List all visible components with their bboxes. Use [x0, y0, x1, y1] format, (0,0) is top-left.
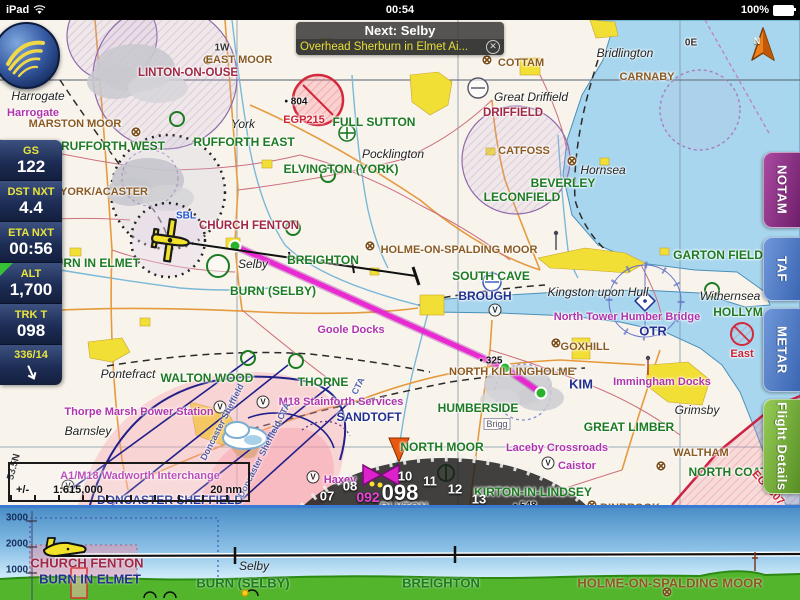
device-label: iPad	[6, 4, 29, 16]
scale-ratio: 1:615,000	[53, 484, 103, 496]
skydemon-app: iPad 00:54 100%	[0, 0, 800, 600]
map-scale-control: +/- 1:615,000 20 nm	[8, 462, 250, 502]
instrument-value: 4.4	[19, 199, 43, 217]
wing-logo-icon	[0, 24, 54, 83]
clock: 00:54	[0, 4, 800, 16]
instrument-trk-t[interactable]: TRK T098	[0, 304, 62, 345]
wind-direction-arrow	[21, 363, 41, 382]
instrument-label: GS	[23, 145, 39, 158]
tab-flight-details[interactable]: Flight Details	[763, 399, 800, 494]
instrument-label: 336/14	[14, 349, 48, 362]
altitude-alert-icon	[0, 263, 13, 276]
instrument-eta-nxt[interactable]: ETA NXT00:56	[0, 222, 62, 263]
instrument-value: 1,700	[10, 281, 53, 299]
wifi-icon	[33, 5, 46, 15]
instrument-336-14[interactable]: 336/14	[0, 345, 62, 385]
vertical-profile-panel[interactable]	[0, 505, 800, 600]
close-icon[interactable]: ✕	[486, 40, 500, 54]
map-graphics	[0, 20, 800, 505]
profile-aircraft-icon	[44, 538, 86, 556]
notification-message: Overhead Sherburn in Elmet Ai...	[300, 41, 482, 53]
instrument-label: TRK T	[15, 309, 47, 322]
status-bar: iPad 00:54 100%	[0, 0, 800, 20]
instrument-value: 098	[17, 322, 45, 340]
scale-distance: 20 nm	[210, 484, 242, 496]
tab-taf[interactable]: TAF	[763, 237, 800, 301]
track-vector	[168, 240, 419, 285]
tab-notam[interactable]: NOTAM	[763, 152, 800, 228]
instrument-value: 122	[17, 158, 45, 176]
instrument-dst-nxt[interactable]: DST NXT4.4	[0, 181, 62, 222]
next-waypoint-text: Next: Selby	[296, 22, 504, 39]
menu-logo-button[interactable]	[0, 22, 60, 89]
map-canvas[interactable]: 1W0EBridlingtonCARNABY⊗EAST MOORLINTON-O…	[0, 20, 800, 505]
instrument-label: ALT	[21, 268, 42, 281]
battery-icon	[773, 5, 794, 16]
instrument-label: ETA NXT	[8, 227, 54, 240]
instrument-value: 00:56	[9, 240, 52, 258]
instrument-alt[interactable]: ALT1,700	[0, 263, 62, 304]
instrument-gs[interactable]: GS122	[0, 140, 62, 181]
tab-metar[interactable]: METAR	[763, 308, 800, 392]
north-arrow-label: N	[754, 36, 761, 46]
profile-route-line	[55, 546, 800, 564]
battery-percent: 100%	[741, 4, 769, 16]
flight-instrument-panel: GS122DST NXT4.4ETA NXT00:56ALT1,700TRK T…	[0, 140, 62, 385]
instrument-label: DST NXT	[7, 186, 54, 199]
navigation-notification[interactable]: Next: Selby Overhead Sherburn in Elmet A…	[296, 22, 504, 55]
zoom-buttons[interactable]: +/-	[16, 484, 29, 496]
profile-graphics	[0, 508, 800, 600]
